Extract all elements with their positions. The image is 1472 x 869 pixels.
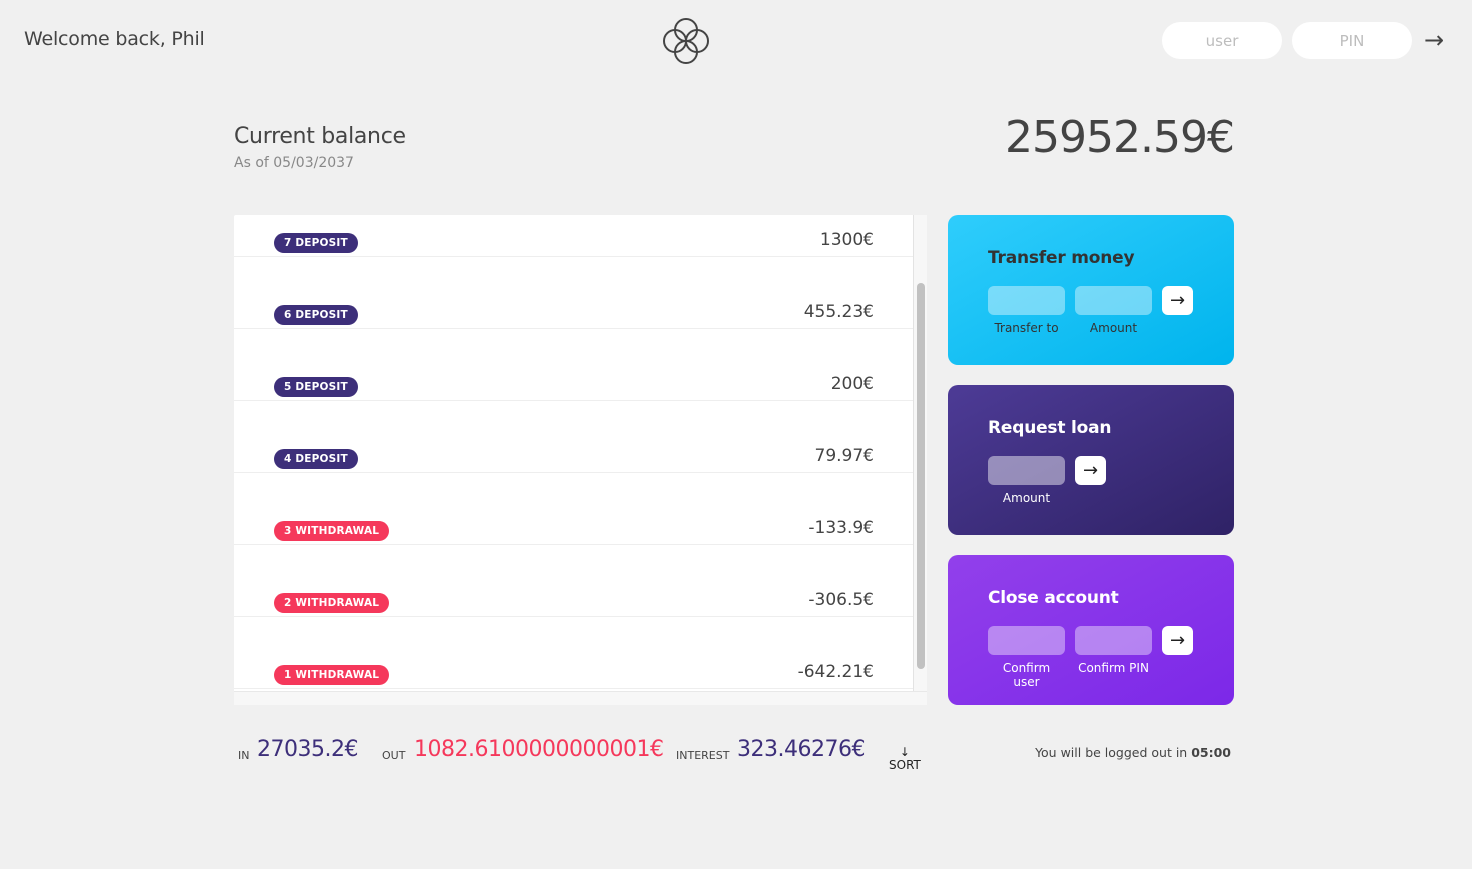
movement-type-badge: 7 deposit: [274, 233, 358, 253]
login-pin-input[interactable]: [1292, 22, 1412, 59]
movement-row: 7 deposit 1300€: [234, 215, 914, 257]
top-nav: Welcome back, Phil →: [0, 0, 1472, 82]
movement-value: 455.23€: [803, 302, 874, 322]
transfer-amount-input[interactable]: [1075, 286, 1152, 315]
summary-out-value: 1082.6100000000001€: [414, 737, 664, 762]
movement-type-badge: 4 deposit: [274, 449, 358, 469]
movement-type-badge: 5 deposit: [274, 377, 358, 397]
transfer-submit-button[interactable]: →: [1162, 286, 1193, 315]
movement-row: 1 withdrawal -642.21€: [234, 617, 914, 689]
movement-row: 2 withdrawal -306.5€: [234, 545, 914, 617]
transfer-to-label: Transfer to: [994, 321, 1059, 335]
logout-timer: You will be logged out in 05:00: [1035, 745, 1231, 760]
transfer-to-input[interactable]: [988, 286, 1065, 315]
movements-scrollbar-thumb[interactable]: [917, 283, 925, 669]
confirm-user-label: Confirm user: [1002, 661, 1051, 689]
summary-interest-label: Interest: [676, 749, 730, 762]
logout-text: You will be logged out in: [1035, 745, 1192, 760]
movement-type-badge: 1 withdrawal: [274, 665, 390, 685]
movement-value: -306.5€: [808, 590, 874, 610]
sort-label: SORT: [889, 758, 921, 772]
movement-value: -133.9€: [808, 518, 874, 538]
summary-in-label: In: [238, 749, 250, 762]
loan-submit-button[interactable]: →: [1075, 456, 1106, 485]
sort-arrow-icon: ↓: [899, 745, 910, 759]
movements-list[interactable]: 7 deposit 1300€ 6 deposit 455.23€ 5 deposit 2…: [234, 215, 927, 705]
movement-value: -642.21€: [797, 662, 874, 682]
movement-row: 6 deposit 455.23€: [234, 257, 914, 329]
confirm-pin-input[interactable]: [1075, 626, 1152, 655]
loan-title: Request loan: [988, 418, 1112, 438]
close-title: Close account: [988, 588, 1119, 608]
login-button[interactable]: →: [1418, 24, 1450, 56]
movement-type-badge: 2 withdrawal: [274, 593, 390, 613]
movement-row: 4 deposit 79.97€: [234, 401, 914, 473]
balance-date: As of 05/03/2037: [234, 155, 354, 171]
summary-out-label: Out: [382, 749, 406, 762]
close-account-card: Close account → Confirm user Confirm PIN: [948, 555, 1234, 705]
timer-value: 05:00: [1191, 745, 1231, 760]
movement-type-badge: 3 withdrawal: [274, 521, 390, 541]
movements-list-inner: 7 deposit 1300€ 6 deposit 455.23€ 5 deposit 2…: [234, 215, 914, 689]
close-submit-button[interactable]: →: [1162, 626, 1193, 655]
summary-interest-value: 323.46276€: [737, 737, 865, 762]
transfer-title: Transfer money: [988, 248, 1135, 268]
loan-amount-input[interactable]: [988, 456, 1065, 485]
loan-amount-label: Amount: [1002, 491, 1051, 505]
balance-value: 25952.59€: [1005, 112, 1235, 163]
welcome-message: Welcome back, Phil: [24, 28, 205, 50]
movement-type-badge: 6 deposit: [274, 305, 358, 325]
summary-in-value: 27035.2€: [257, 737, 358, 762]
movement-value: 1300€: [819, 230, 874, 250]
movement-row: 3 withdrawal -133.9€: [234, 473, 914, 545]
confirm-user-input[interactable]: [988, 626, 1065, 655]
sort-button[interactable]: ↓ SORT: [889, 746, 921, 772]
transfer-money-card: Transfer money → Transfer to Amount: [948, 215, 1234, 365]
bank-logo-icon: [663, 18, 709, 64]
confirm-pin-label: Confirm PIN: [1078, 661, 1149, 675]
movement-value: 79.97€: [814, 446, 874, 466]
movement-row: 5 deposit 200€: [234, 329, 914, 401]
request-loan-card: Request loan → Amount: [948, 385, 1234, 535]
summary: In 27035.2€ Out 1082.6100000000001€ Inte…: [234, 734, 1234, 784]
login-user-input[interactable]: [1162, 22, 1282, 59]
transfer-amount-label: Amount: [1089, 321, 1138, 335]
movements-horizontal-scrollbar[interactable]: [234, 691, 927, 705]
balance-label: Current balance: [234, 124, 406, 149]
movement-value: 200€: [830, 374, 874, 394]
